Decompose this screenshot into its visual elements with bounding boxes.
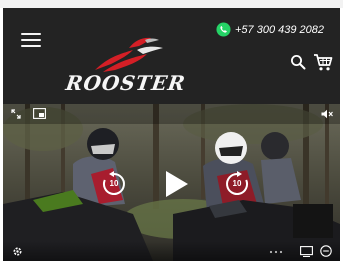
whatsapp-contact[interactable]: +57 300 439 2082 <box>216 22 324 37</box>
fullscreen-icon[interactable] <box>320 245 332 257</box>
forward-10-label: 10 <box>232 179 242 188</box>
picture-in-picture-icon[interactable] <box>33 108 46 119</box>
whatsapp-icon <box>216 22 231 37</box>
rewind-10-button[interactable]: 10 <box>101 171 127 197</box>
cart-icon[interactable] <box>313 52 333 72</box>
settings-icon[interactable] <box>12 246 23 257</box>
menu-button[interactable] <box>21 31 41 49</box>
more-icon[interactable] <box>269 250 283 254</box>
expand-icon[interactable] <box>11 109 21 119</box>
menu-icon-bar <box>21 45 41 47</box>
search-icon[interactable] <box>290 54 306 70</box>
phone-viewport: +57 300 439 2082 ROOSTER 10 10 <box>3 8 340 261</box>
menu-icon-bar <box>21 39 41 41</box>
video-bottom-controls <box>3 241 340 261</box>
volume-mute-icon[interactable] <box>321 109 333 119</box>
logo-text[interactable]: ROOSTER <box>64 71 207 95</box>
top-strip <box>0 0 343 8</box>
play-icon[interactable] <box>157 166 193 202</box>
video-top-controls <box>3 104 340 124</box>
rewind-10-label: 10 <box>109 179 119 188</box>
site-header: +57 300 439 2082 ROOSTER <box>3 8 340 104</box>
menu-icon-bar <box>21 33 41 35</box>
phone-number: +57 300 439 2082 <box>235 23 325 36</box>
forward-10-button[interactable]: 10 <box>224 171 250 197</box>
cast-icon[interactable] <box>300 246 313 257</box>
rooster-logo-icon <box>95 37 163 72</box>
video-player[interactable]: 10 10 <box>3 104 340 261</box>
